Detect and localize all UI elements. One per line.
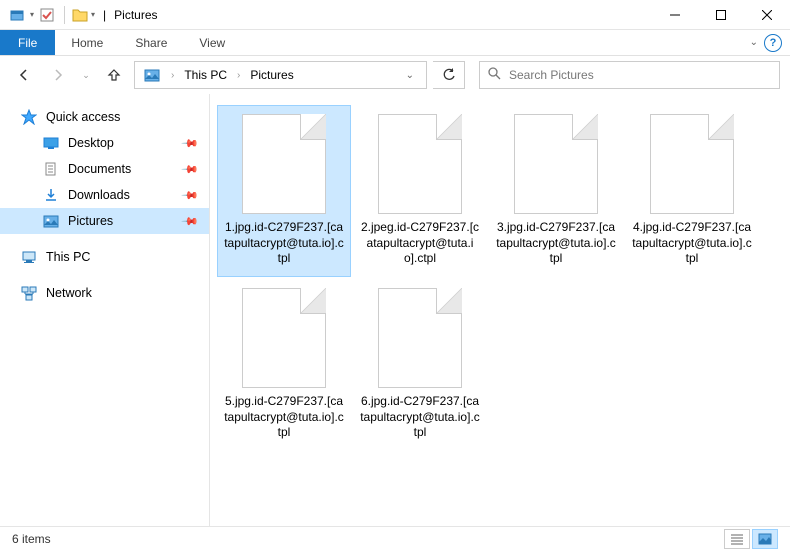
- item-count: 6 items: [12, 532, 51, 546]
- sidebar-item-label: Pictures: [68, 214, 113, 228]
- search-input[interactable]: [509, 68, 771, 82]
- chevron-right-icon[interactable]: ›: [237, 70, 240, 81]
- documents-icon: [42, 160, 60, 178]
- file-thumbnail: [242, 288, 326, 388]
- file-label: 2.jpeg.id-C279F237.[catapultacrypt@tuta.…: [358, 220, 482, 267]
- window-controls: [652, 0, 790, 30]
- up-button[interactable]: [100, 61, 128, 89]
- ribbon: File Home Share View ⌄ ?: [0, 30, 790, 56]
- minimize-button[interactable]: [652, 0, 698, 30]
- file-label: 3.jpg.id-C279F237.[catapultacrypt@tuta.i…: [494, 220, 618, 267]
- home-tab[interactable]: Home: [55, 30, 119, 55]
- search-box[interactable]: [479, 61, 780, 89]
- file-tab[interactable]: File: [0, 30, 55, 55]
- file-thumbnail: [242, 114, 326, 214]
- file-item[interactable]: 5.jpg.id-C279F237.[catapultacrypt@tuta.i…: [218, 280, 350, 450]
- file-item[interactable]: 6.jpg.id-C279F237.[catapultacrypt@tuta.i…: [354, 280, 486, 450]
- forward-button[interactable]: [44, 61, 72, 89]
- file-item[interactable]: 4.jpg.id-C279F237.[catapultacrypt@tuta.i…: [626, 106, 758, 276]
- ribbon-expand-icon[interactable]: ⌄: [750, 37, 758, 48]
- network-icon: [20, 284, 38, 302]
- file-label: 6.jpg.id-C279F237.[catapultacrypt@tuta.i…: [358, 394, 482, 441]
- star-icon: [20, 108, 38, 126]
- back-button[interactable]: [10, 61, 38, 89]
- desktop-icon: [42, 134, 60, 152]
- statusbar: 6 items: [0, 526, 790, 551]
- maximize-button[interactable]: [698, 0, 744, 30]
- this-pc-icon: [20, 248, 38, 266]
- file-thumbnail: [650, 114, 734, 214]
- file-label: 1.jpg.id-C279F237.[catapultacrypt@tuta.i…: [222, 220, 346, 267]
- window-title: Pictures: [114, 8, 157, 22]
- file-grid: 1.jpg.id-C279F237.[catapultacrypt@tuta.i…: [210, 94, 790, 526]
- titlebar: ▾ ▾ | Pictures: [0, 0, 790, 30]
- sidebar-item-downloads[interactable]: Downloads 📌: [0, 182, 209, 208]
- sidebar-item-label: Desktop: [68, 136, 114, 150]
- sidebar-this-pc[interactable]: This PC: [0, 244, 209, 270]
- sidebar-item-desktop[interactable]: Desktop 📌: [0, 130, 209, 156]
- properties-qat-button[interactable]: [6, 4, 28, 26]
- view-tab[interactable]: View: [183, 30, 241, 55]
- breadcrumb-pictures[interactable]: Pictures: [246, 66, 297, 84]
- help-icon[interactable]: ?: [764, 34, 782, 52]
- search-icon: [488, 67, 501, 83]
- chevron-right-icon[interactable]: ›: [171, 70, 174, 81]
- close-button[interactable]: [744, 0, 790, 30]
- file-item[interactable]: 2.jpeg.id-C279F237.[catapultacrypt@tuta.…: [354, 106, 486, 276]
- qat-dropdown-1[interactable]: ▾: [30, 10, 34, 19]
- qat-separator: [64, 6, 65, 24]
- title-separator: |: [103, 8, 106, 22]
- file-item[interactable]: 3.jpg.id-C279F237.[catapultacrypt@tuta.i…: [490, 106, 622, 276]
- pin-icon: 📌: [181, 212, 200, 231]
- navbar: ⌄ › This PC › Pictures ⌄: [0, 56, 790, 94]
- sidebar-network[interactable]: Network: [0, 280, 209, 306]
- file-label: 4.jpg.id-C279F237.[catapultacrypt@tuta.i…: [630, 220, 754, 267]
- sidebar-item-pictures[interactable]: Pictures 📌: [0, 208, 209, 234]
- quick-access-toolbar: ▾ ▾ | Pictures: [0, 4, 158, 26]
- share-tab[interactable]: Share: [119, 30, 183, 55]
- pin-icon: 📌: [181, 160, 200, 179]
- refresh-button[interactable]: [433, 61, 465, 89]
- checkbox-qat-button[interactable]: [36, 4, 58, 26]
- sidebar-item-label: Downloads: [68, 188, 130, 202]
- pin-icon: 📌: [181, 134, 200, 153]
- qat-dropdown-2[interactable]: ▾: [91, 10, 95, 19]
- file-thumbnail: [378, 288, 462, 388]
- sidebar-item-label: Documents: [68, 162, 131, 176]
- details-view-button[interactable]: [724, 529, 750, 549]
- file-thumbnail: [378, 114, 462, 214]
- file-thumbnail: [514, 114, 598, 214]
- sidebar: Quick access Desktop 📌 Documents 📌 Downl…: [0, 94, 210, 526]
- sidebar-quick-access[interactable]: Quick access: [0, 104, 209, 130]
- sidebar-item-label: This PC: [46, 250, 90, 264]
- sidebar-item-documents[interactable]: Documents 📌: [0, 156, 209, 182]
- sidebar-item-label: Quick access: [46, 110, 120, 124]
- icons-view-button[interactable]: [752, 529, 778, 549]
- view-mode-buttons: [724, 529, 778, 549]
- recent-dropdown[interactable]: ⌄: [78, 61, 94, 89]
- pin-icon: 📌: [181, 186, 200, 205]
- pictures-icon: [42, 212, 60, 230]
- main-area: Quick access Desktop 📌 Documents 📌 Downl…: [0, 94, 790, 526]
- breadcrumb-dropdown[interactable]: ⌄: [398, 70, 422, 81]
- file-item[interactable]: 1.jpg.id-C279F237.[catapultacrypt@tuta.i…: [218, 106, 350, 276]
- pictures-breadcrumb-icon: [143, 66, 161, 84]
- file-label: 5.jpg.id-C279F237.[catapultacrypt@tuta.i…: [222, 394, 346, 441]
- breadcrumb[interactable]: › This PC › Pictures ⌄: [134, 61, 427, 89]
- sidebar-item-label: Network: [46, 286, 92, 300]
- breadcrumb-this-pc[interactable]: This PC: [180, 66, 231, 84]
- folder-icon: [71, 6, 89, 24]
- downloads-icon: [42, 186, 60, 204]
